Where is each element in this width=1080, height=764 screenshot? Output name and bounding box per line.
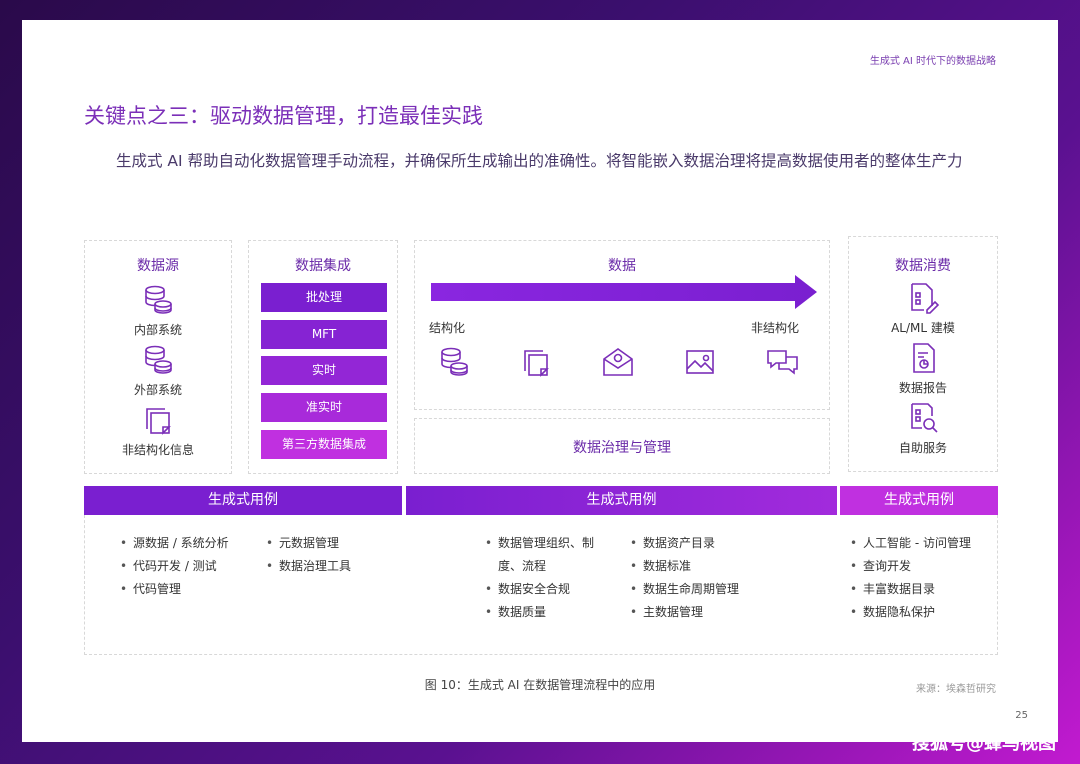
usecase-bar-left: 生成式用例 (84, 486, 402, 515)
list-item: 主数据管理 (630, 601, 739, 624)
integration-near-realtime: 准实时 (261, 393, 387, 422)
source-item-internal: 内部系统 (85, 283, 231, 338)
consumption-label: 自助服务 (898, 441, 947, 455)
data-title: 数据 (608, 258, 636, 274)
report-page: 生成式 AI 时代下的数据战略 关键点之三：驱动数据管理，打造最佳实践 生成式 … (22, 20, 1058, 742)
list-item: 数据资产目录 (630, 532, 739, 555)
structured-label: 结构化 (429, 321, 466, 335)
governance-title: 数据治理与管理 (573, 440, 671, 456)
data-integration-title: 数据集成 (295, 258, 351, 274)
source-label: 非结构化信息 (121, 443, 194, 457)
list-item: 数据质量 (485, 601, 613, 624)
list-item: 查询开发 (850, 555, 971, 578)
data-sources-panel: 数据源 内部系统 外部系统 非结构化信息 (84, 240, 232, 474)
documents-icon (146, 408, 171, 435)
database-icon (145, 345, 172, 374)
list-item: 代码管理 (120, 578, 229, 601)
list-item: 数据治理工具 (266, 555, 351, 578)
usecase-list-center-1: 数据管理组织、制度、流程 数据安全合规 数据质量 (485, 532, 613, 624)
usecase-bar-right: 生成式用例 (840, 486, 998, 515)
consumption-item-ml: AL/ML 建模 (849, 281, 997, 336)
list-item: 数据隐私保护 (850, 601, 971, 624)
list-item: 数据标准 (630, 555, 739, 578)
watermark: 搜狐号@蜂鸟视图 (912, 733, 1056, 754)
source-label: 内部系统 (133, 323, 182, 337)
flow-arrow (431, 275, 817, 309)
documents-icon (524, 350, 549, 377)
consumption-label: 数据报告 (898, 381, 947, 395)
usecase-list-right: 人工智能 - 访问管理 查询开发 丰富数据目录 数据隐私保护 (850, 532, 971, 624)
data-integration-panel: 数据集成 批处理 MFT 实时 准实时 第三方数据集成 (248, 240, 398, 474)
image-icon (686, 350, 714, 374)
unstructured-label: 非结构化 (750, 321, 799, 335)
database-icon (441, 347, 468, 376)
list-item: 数据生命周期管理 (630, 578, 739, 601)
email-icon (603, 348, 633, 376)
list-item: 元数据管理 (266, 532, 351, 555)
figure-caption: 图 10：生成式 AI 在数据管理流程中的应用 (424, 678, 656, 692)
data-consumption-panel: 数据消费 AL/ML 建模 数据报告 自助服务 (848, 236, 998, 472)
usecase-list-center-2: 数据资产目录 数据标准 数据生命周期管理 主数据管理 (630, 532, 739, 624)
usecase-list-left-1: 源数据 / 系统分析 代码开发 / 测试 代码管理 (120, 532, 229, 601)
list-item: 数据管理组织、制度、流程 (485, 532, 613, 578)
ml-document-icon (911, 283, 940, 314)
data-consumption-title: 数据消费 (895, 258, 951, 274)
integration-third-party: 第三方数据集成 (261, 430, 387, 459)
data-sources-title: 数据源 (137, 258, 179, 274)
integration-batch: 批处理 (261, 283, 387, 312)
page-number: 25 (1015, 710, 1028, 721)
figure-source: 来源：埃森哲研究 (916, 684, 996, 695)
source-item-unstructured: 非结构化信息 (85, 403, 231, 458)
self-service-icon (911, 403, 938, 433)
list-item: 源数据 / 系统分析 (120, 532, 229, 555)
intro-paragraph: 生成式 AI 帮助自动化数据管理手动流程，并确保所生成输出的准确性。将智能嵌入数… (116, 152, 963, 170)
source-label: 外部系统 (133, 383, 182, 397)
source-item-external: 外部系统 (85, 343, 231, 398)
chat-icon (767, 350, 798, 375)
integration-mft: MFT (261, 320, 387, 349)
data-panel: 数据 结构化 非结构化 (414, 240, 830, 410)
report-icon (913, 343, 935, 373)
running-header: 生成式 AI 时代下的数据战略 (869, 56, 996, 67)
database-icon (145, 285, 172, 314)
usecase-bar-center: 生成式用例 (406, 486, 837, 515)
consumption-label: AL/ML 建模 (891, 321, 955, 335)
integration-realtime: 实时 (261, 356, 387, 385)
list-item: 人工智能 - 访问管理 (850, 532, 971, 555)
consumption-item-self-service: 自助服务 (849, 401, 997, 456)
consumption-item-report: 数据报告 (849, 341, 997, 396)
list-item: 丰富数据目录 (850, 578, 971, 601)
list-item: 数据安全合规 (485, 578, 613, 601)
list-item: 代码开发 / 测试 (120, 555, 229, 578)
usecase-list-left-2: 元数据管理 数据治理工具 (266, 532, 351, 578)
section-heading: 关键点之三：驱动数据管理，打造最佳实践 (84, 104, 483, 128)
governance-panel: 数据治理与管理 (414, 418, 830, 474)
